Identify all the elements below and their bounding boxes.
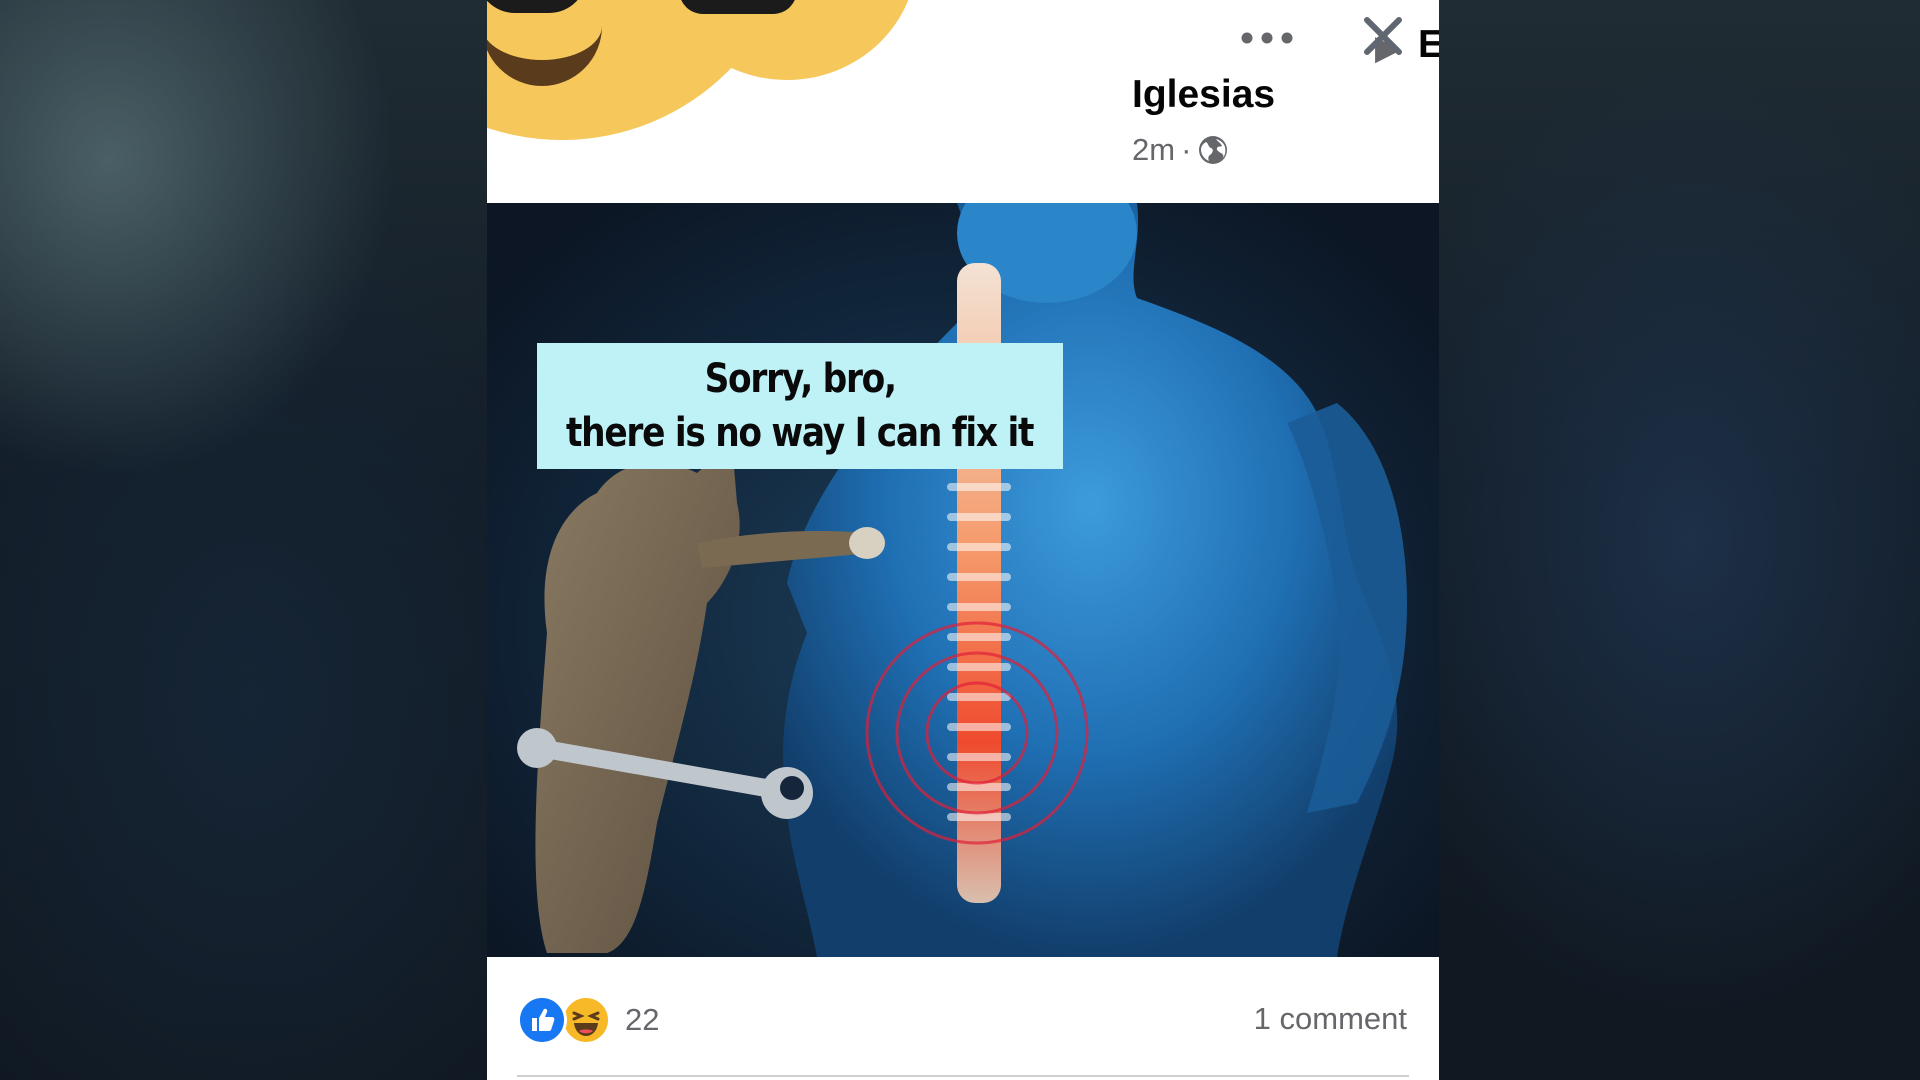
comment-count-link[interactable]: 1 comment	[1254, 1001, 1407, 1037]
footer-divider	[517, 1075, 1409, 1077]
reaction-count: 22	[625, 1002, 660, 1037]
facebook-post: ▶ Enrique Iglesias 2m ·	[487, 0, 1439, 1080]
author-name-continued[interactable]: Iglesias	[1132, 70, 1275, 120]
post-header: ▶ Enrique Iglesias 2m ·	[487, 0, 1439, 203]
caption-line-1: Sorry, bro,	[704, 356, 897, 402]
sunglasses-right-lens	[679, 0, 797, 14]
more-options-icon	[1241, 32, 1293, 44]
globe-icon	[1199, 136, 1228, 164]
reaction-summary[interactable]: 22	[517, 995, 659, 1045]
meme-caption: Sorry, bro, there is no way I can fix it	[537, 343, 1063, 469]
close-button[interactable]	[1359, 12, 1407, 60]
close-icon	[1364, 17, 1402, 55]
meta-separator: ·	[1181, 132, 1192, 167]
blurred-background: ▶ Enrique Iglesias 2m ·	[0, 0, 1920, 1080]
meme-illustration	[517, 203, 1407, 957]
post-meta: 2m ·	[1132, 130, 1229, 170]
author-name[interactable]: Enrique	[1418, 20, 1439, 70]
caption-line-2: there is no way I can fix it	[566, 410, 1034, 456]
post-image[interactable]: Sorry, bro, there is no way I can fix it	[487, 203, 1439, 957]
like-icon	[517, 995, 567, 1045]
haha-icon	[561, 995, 611, 1045]
post-footer: 22 1 comment	[487, 957, 1439, 1080]
more-options-button[interactable]	[1235, 18, 1299, 58]
post-timestamp[interactable]: 2m	[1132, 130, 1175, 170]
